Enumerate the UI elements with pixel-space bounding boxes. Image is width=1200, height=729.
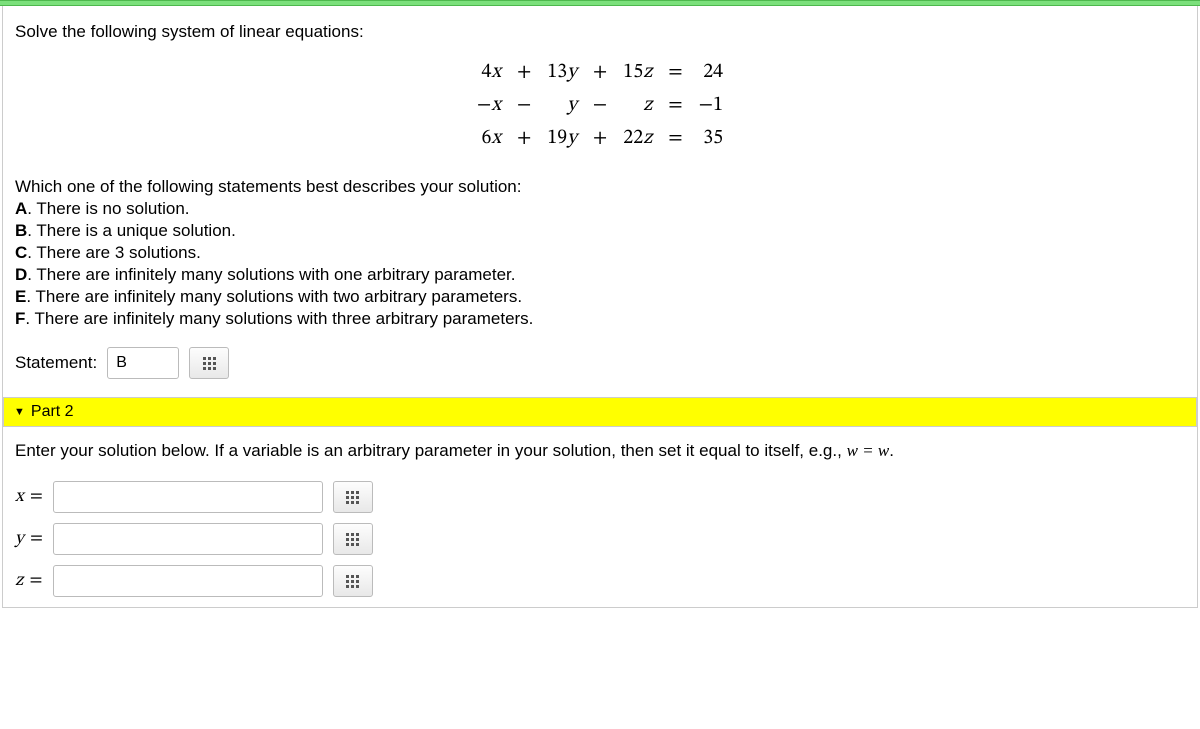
var-input-x[interactable]: [53, 481, 323, 513]
var-input-y[interactable]: [53, 523, 323, 555]
eq-rhs: 35: [691, 122, 731, 155]
equation-row: 4x+13y+15z=24: [469, 56, 731, 89]
statement-row: Statement:: [15, 347, 1185, 379]
part2-hint-prefix: Enter your solution below. If a variable…: [15, 441, 847, 460]
option-letter: A: [15, 199, 27, 218]
option-a: A. There is no solution.: [15, 199, 1185, 219]
keypad-icon: [346, 491, 359, 504]
option-f: F. There are infinitely many solutions w…: [15, 309, 1185, 329]
solution-grid: x = y = z =: [15, 481, 373, 597]
option-text: There is a unique solution.: [36, 221, 235, 240]
option-letter: C: [15, 243, 27, 262]
option-letter: F: [15, 309, 25, 328]
keypad-button-z[interactable]: [333, 565, 373, 597]
eq-term: 19y: [539, 122, 584, 155]
option-letter: B: [15, 221, 27, 240]
caret-down-icon: ▼: [14, 406, 25, 418]
eq-rhs: 24: [691, 56, 731, 89]
keypad-button-y[interactable]: [333, 523, 373, 555]
eq-term: 22z: [615, 122, 660, 155]
var-label: y =: [15, 528, 43, 551]
var-label: z =: [15, 570, 43, 593]
part2-hint-suffix: .: [889, 441, 894, 460]
equations-table: 4x+13y+15z=24−x−y−z=−16x+19y+22z=35: [469, 56, 731, 155]
equation-row: −x−y−z=−1: [469, 89, 731, 122]
option-e: E. There are infinitely many solutions w…: [15, 287, 1185, 307]
question-text: Which one of the following statements be…: [15, 177, 1185, 197]
eq-term: 13y: [539, 56, 584, 89]
part2-title: Part 2: [31, 403, 74, 421]
keypad-button-statement[interactable]: [189, 347, 229, 379]
option-c: C. There are 3 solutions.: [15, 243, 1185, 263]
option-letter: E: [15, 287, 26, 306]
var-input-z[interactable]: [53, 565, 323, 597]
option-text: There are infinitely many solutions with…: [36, 265, 515, 284]
equation-row: 6x+19y+22z=35: [469, 122, 731, 155]
eq-eqsign: =: [660, 56, 690, 89]
keypad-icon: [203, 357, 216, 370]
eq-op: +: [509, 56, 539, 89]
part2-hint: Enter your solution below. If a variable…: [15, 441, 1185, 461]
eq-op: −: [585, 89, 615, 122]
var-label: x =: [15, 486, 43, 509]
eq-rhs: −1: [691, 89, 731, 122]
eq-op: +: [509, 122, 539, 155]
eq-term: −x: [469, 89, 509, 122]
eq-op: +: [585, 56, 615, 89]
question-panel: Solve the following system of linear equ…: [2, 6, 1198, 608]
equations-block: 4x+13y+15z=24−x−y−z=−16x+19y+22z=35: [15, 56, 1185, 155]
eq-eqsign: =: [660, 89, 690, 122]
eq-op: +: [585, 122, 615, 155]
eq-term: 6x: [469, 122, 509, 155]
statement-input[interactable]: [107, 347, 179, 379]
prompt-text: Solve the following system of linear equ…: [15, 22, 1185, 42]
statement-label: Statement:: [15, 353, 97, 373]
option-text: There is no solution.: [36, 199, 189, 218]
eq-term: 15z: [615, 56, 660, 89]
option-letter: D: [15, 265, 27, 284]
eq-eqsign: =: [660, 122, 690, 155]
option-b: B. There is a unique solution.: [15, 221, 1185, 241]
eq-term: y: [539, 89, 584, 122]
keypad-button-x[interactable]: [333, 481, 373, 513]
part2-hint-math: w = w: [847, 441, 890, 460]
part2-header[interactable]: ▼ Part 2: [3, 397, 1197, 427]
option-d: D. There are infinitely many solutions w…: [15, 265, 1185, 285]
option-text: There are infinitely many solutions with…: [35, 287, 522, 306]
eq-op: −: [509, 89, 539, 122]
keypad-icon: [346, 575, 359, 588]
option-text: There are infinitely many solutions with…: [35, 309, 534, 328]
keypad-icon: [346, 533, 359, 546]
eq-term: z: [615, 89, 660, 122]
option-text: There are 3 solutions.: [36, 243, 200, 262]
eq-term: 4x: [469, 56, 509, 89]
